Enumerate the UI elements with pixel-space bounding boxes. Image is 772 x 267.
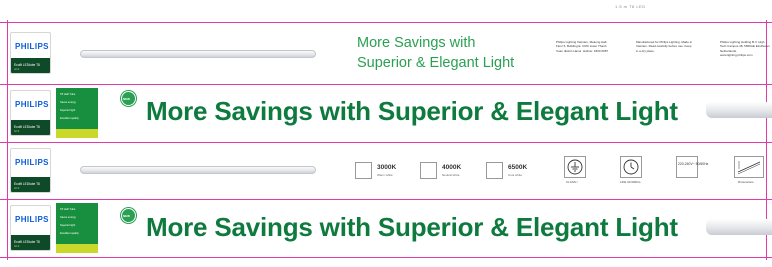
bottom-headline: More Savings with Superior & Elegant Lig… [146,212,678,242]
panel-bottom: PHILIPS Ecofit LEDtube T8 G13 T8 LED Tub… [0,199,772,257]
panel-specs: PHILIPS Ecofit LEDtube T8 G13 3000K Warm… [0,142,772,199]
product-sub: G13 [14,67,20,71]
new-badge: NEW [121,91,136,106]
color-temp-checkbox [420,162,437,179]
tag-line: Superior light [60,109,76,112]
guide-line [0,257,772,258]
color-temp-value: 4000K [442,164,462,171]
philips-wordmark: PHILIPS [15,42,49,51]
philips-logo-card: PHILIPS Ecofit LEDtube T8 G13 [10,32,51,74]
life-hours-clock-icon [620,156,642,178]
tag-line: Saves energy [60,101,76,104]
feature-tag: T8 LED Tube Saves energy Superior light … [56,88,98,138]
philips-wordmark: PHILIPS [15,215,49,224]
color-temp-checkbox [486,162,503,179]
tag-line: Superior light [60,224,76,227]
top-note: 1.5 m T8 LED [615,4,646,9]
spec-label: LIFE 30 000hrs [620,180,641,184]
led-tube-image [80,50,316,58]
product-sub: G13 [14,244,20,248]
tag-lime-band [56,129,98,138]
tag-line: Excellent quality [60,232,79,235]
color-temp-label: Warm white [377,173,393,177]
color-temp-checkbox [355,162,372,179]
new-badge: NEW [121,208,136,223]
led-tube-end-image [706,219,772,235]
headline-line2: Superior & Elegant Light [357,55,515,71]
voltage-text: 220-240V~ 50/60Hz [678,162,709,166]
tag-line: T8 LED Tube [60,93,76,96]
philips-wordmark: PHILIPS [15,100,49,109]
color-temp-label: Cool white [508,173,523,177]
feature-tag: T8 LED Tube Saves energy Superior light … [56,203,98,253]
tag-line: Excellent quality [60,117,79,120]
color-temp-value: 3000K [377,164,397,171]
voltage-icon [676,156,698,178]
info-block: Manufactured for Philips Lighting. Made … [636,40,693,53]
color-temp-label: Neutral white [442,173,460,177]
banner-headline: More Savings with Superior & Elegant Lig… [146,96,678,126]
tag-line: Saves energy [60,216,76,219]
dimensions-drawing-icon [734,156,764,178]
philips-logo-card: PHILIPS Ecofit LEDtube T8 G13 [10,205,51,251]
led-tube-end-image [706,102,772,118]
badge-label: NEW [123,97,130,101]
info-block: Philips Lighting Vietnam, Mekong Hall, F… [556,40,609,53]
packaging-artwork-canvas: 1.5 m T8 LED PHILIPS Ecofit LEDtube T8 G… [0,0,772,267]
info-block: Philips Lighting Holding B.V. High Tech … [720,40,770,57]
tag-lime-band [56,244,98,253]
philips-wordmark: PHILIPS [15,158,49,167]
color-temp-value: 6500K [508,164,528,171]
spec-label: CLASS I [566,180,578,184]
philips-logo-card: PHILIPS Ecofit LEDtube T8 G13 [10,90,51,136]
led-tube-image [80,166,316,174]
philips-logo-card: PHILIPS Ecofit LEDtube T8 G13 [10,148,51,193]
headline-line1: More Savings with [357,35,476,51]
tag-line: T8 LED Tube [60,208,76,211]
spec-label: Dimensions [738,180,754,184]
product-sub: G13 [14,129,20,133]
badge-label: NEW [123,214,130,218]
product-sub: G13 [14,186,20,190]
class-one-earth-icon [564,156,586,178]
panel-banner: PHILIPS Ecofit LEDtube T8 G13 T8 LED Tub… [0,84,772,142]
panel-top: PHILIPS Ecofit LEDtube T8 G13 More Savin… [0,22,772,84]
